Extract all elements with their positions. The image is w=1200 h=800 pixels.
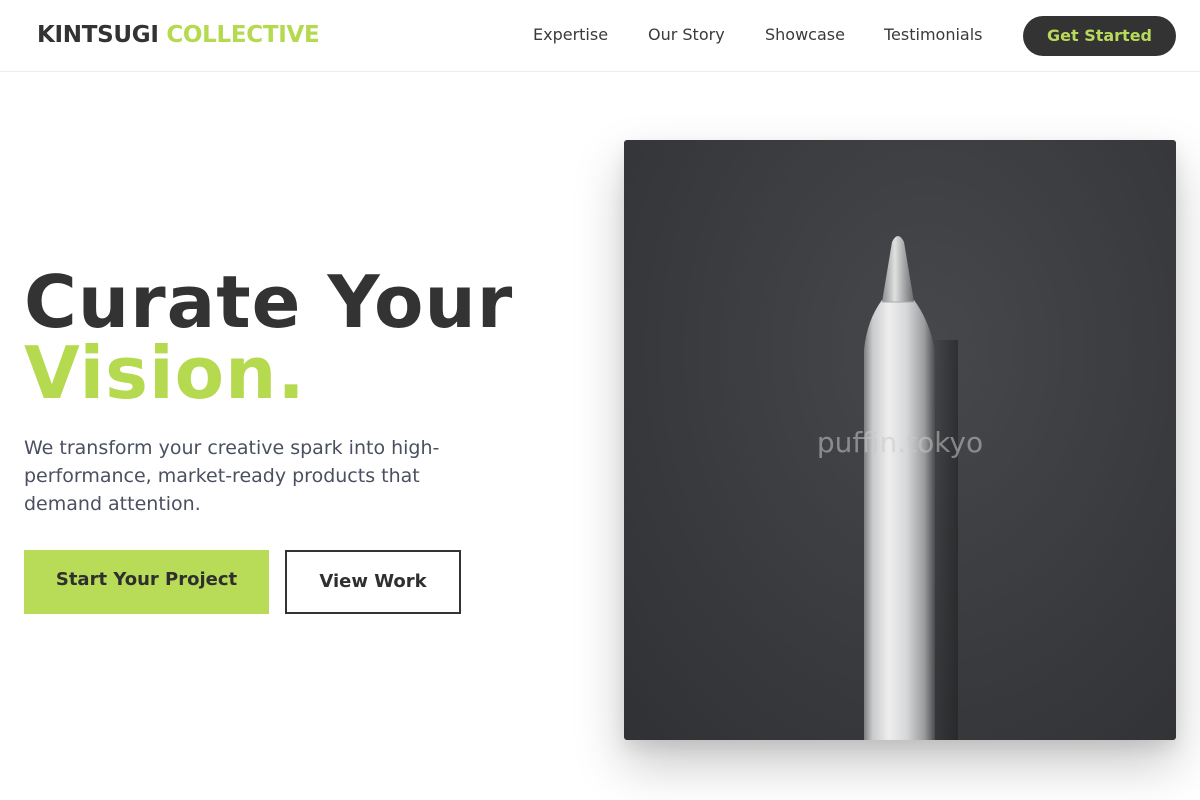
hero-title-line2: Vision. [24,331,306,415]
pen-tip [882,236,914,302]
nav-link-our-story[interactable]: Our Story [648,24,725,46]
start-project-button[interactable]: Start Your Project [24,550,269,614]
hero-image: puffin.tokyo [624,140,1176,740]
hero-subtitle: We transform your creative spark into hi… [24,437,440,515]
hero-title-line1: Curate Your [24,260,514,344]
get-started-button[interactable]: Get Started [1023,16,1176,56]
logo-text-primary: KINTSUGI [37,22,159,48]
site-header: KINTSUGI COLLECTIVE Expertise Our Story … [0,0,1200,72]
nav-link-showcase[interactable]: Showcase [765,24,845,46]
logo[interactable]: KINTSUGI COLLECTIVE [37,20,320,50]
logo-text-accent: COLLECTIVE [166,22,320,48]
pen-shadow [932,340,958,740]
nav-link-expertise[interactable]: Expertise [533,24,608,46]
pen-body [864,300,935,740]
nav-link-testimonials[interactable]: Testimonials [884,24,983,46]
view-work-button[interactable]: View Work [285,550,461,614]
image-watermark: puffin.tokyo [816,426,984,459]
